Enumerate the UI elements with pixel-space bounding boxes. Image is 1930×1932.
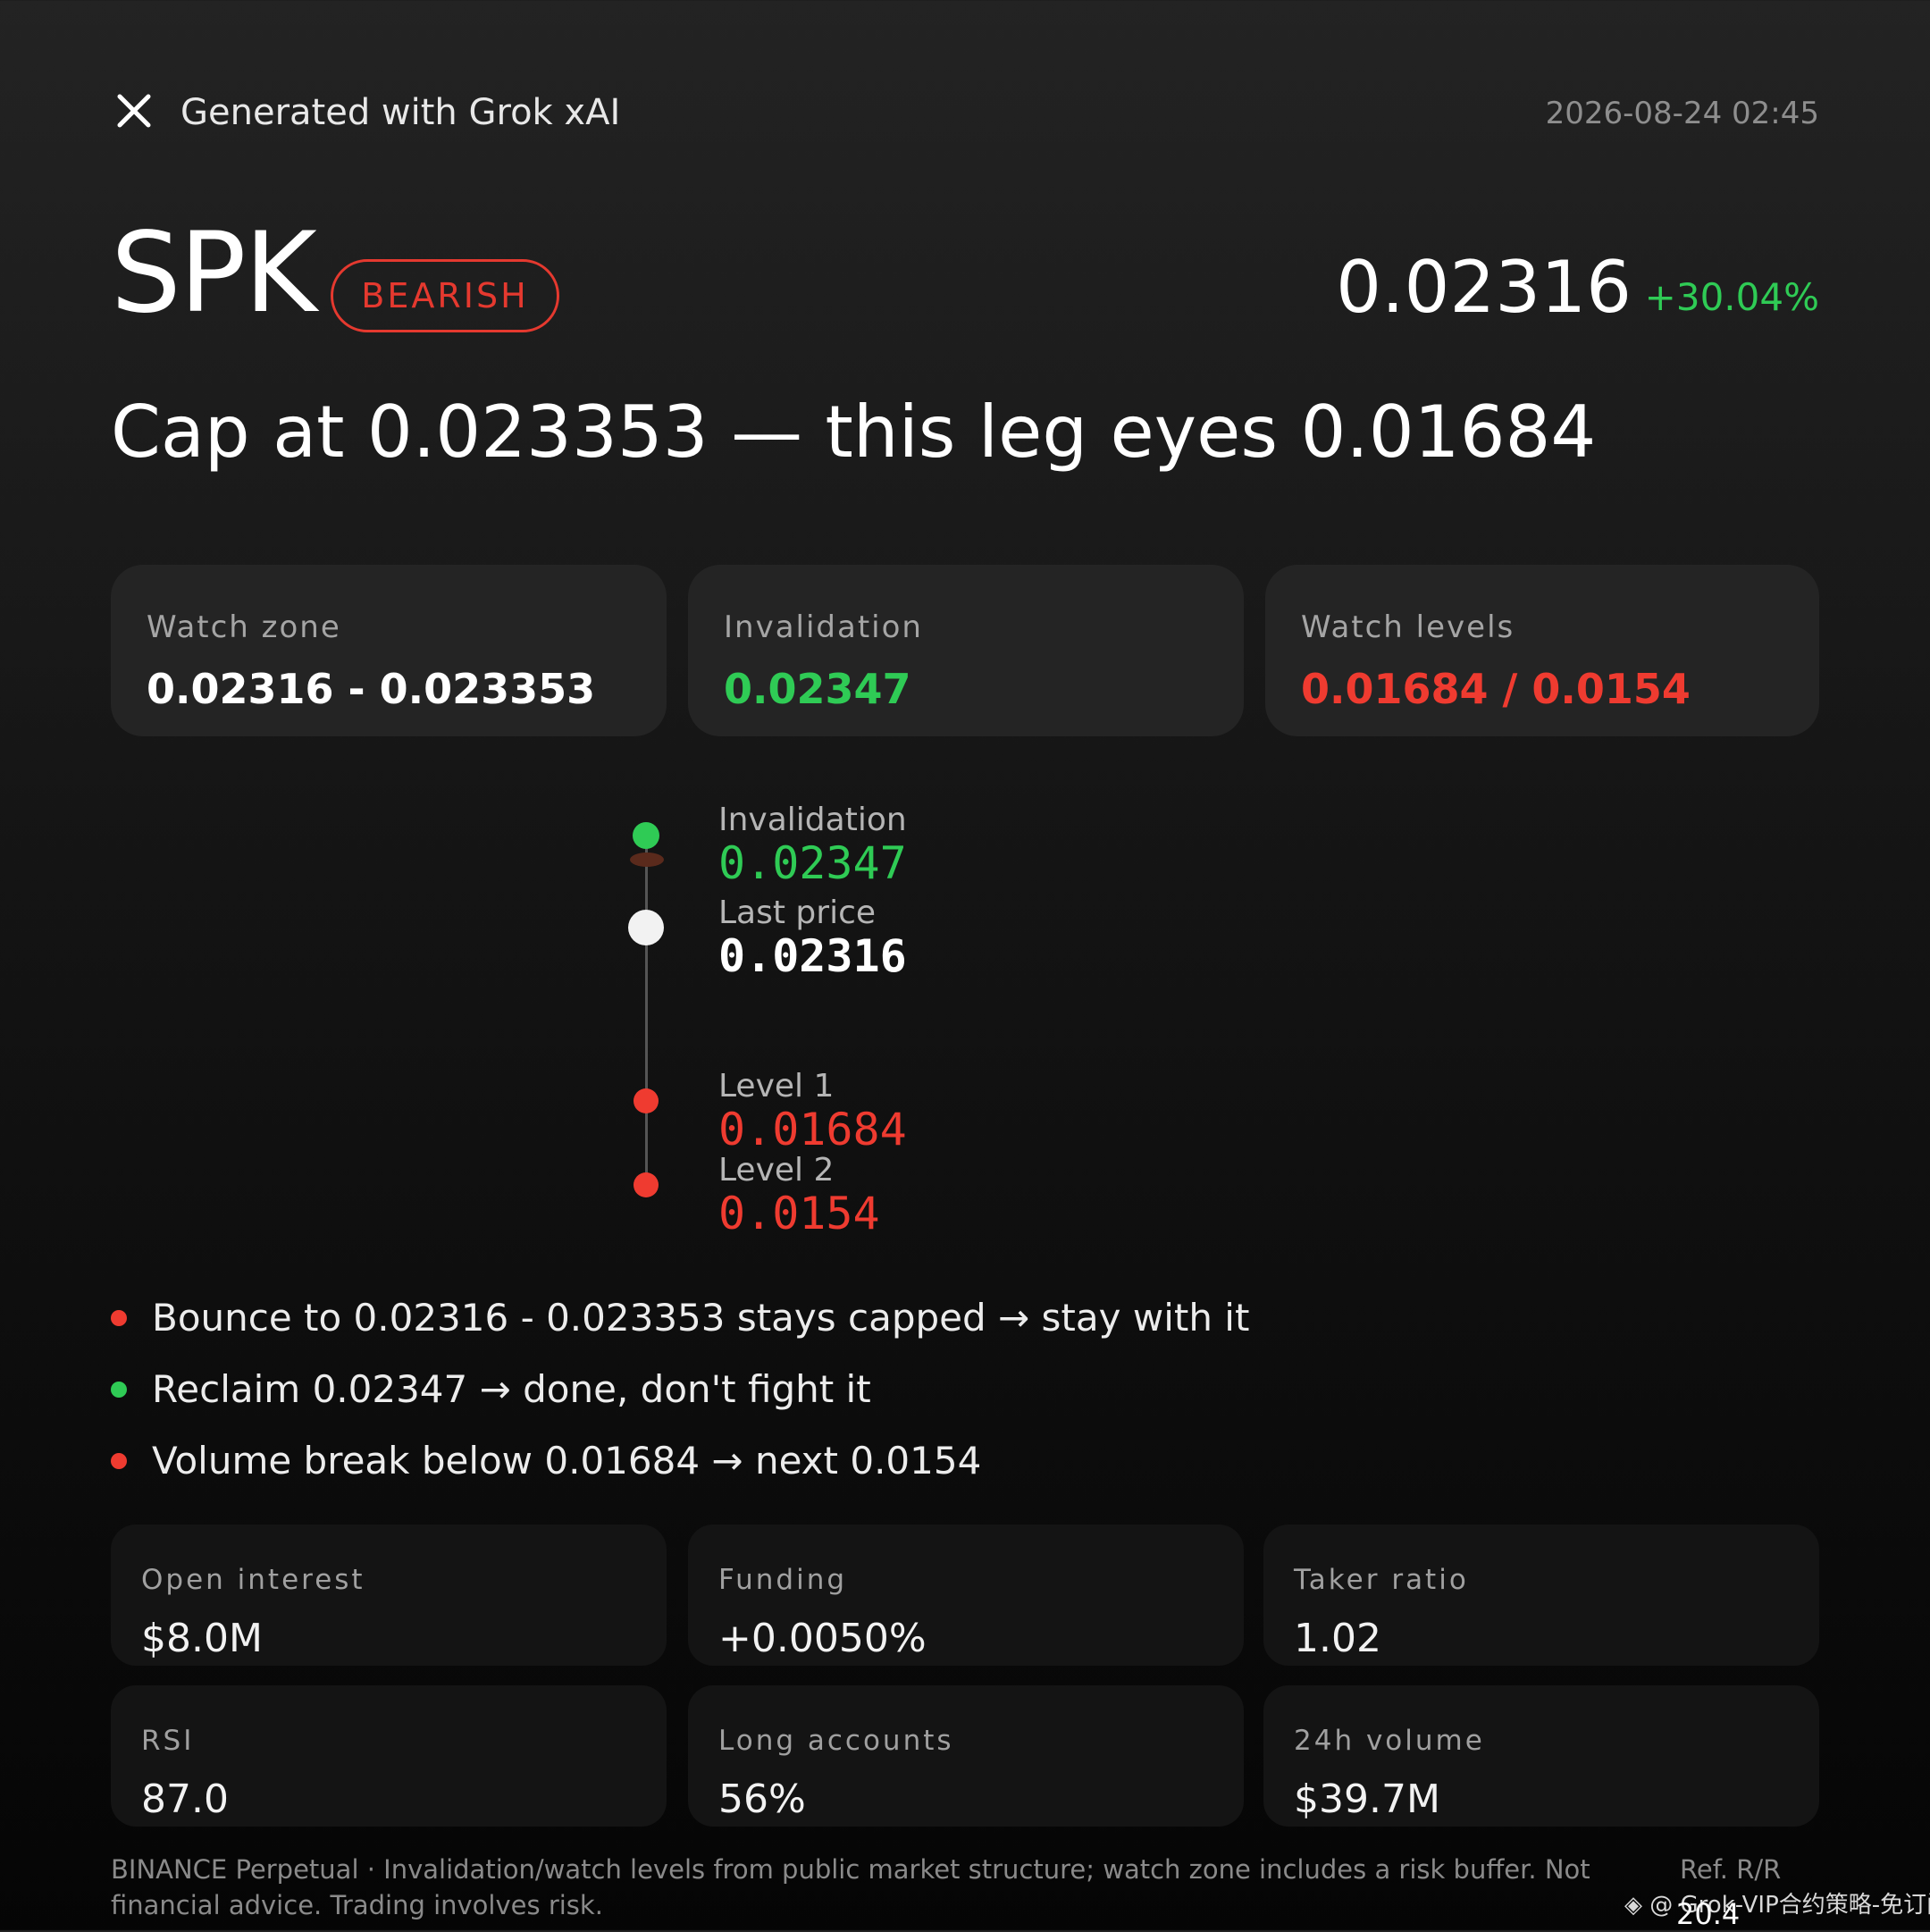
zone-marker: [630, 853, 664, 867]
stat-value: 87.0: [141, 1777, 229, 1822]
level-1-dot: [634, 1088, 659, 1113]
bias-badge: BEARISH: [331, 259, 559, 332]
stat-label: RSI: [141, 1725, 195, 1757]
stat-value: 56%: [718, 1777, 806, 1822]
price-change: +30.04%: [1644, 275, 1819, 319]
last-price-dot: [628, 910, 664, 945]
watch-levels-card: Watch levels 0.01684 / 0.0154: [1265, 565, 1819, 736]
ladder-value: 0.0154: [718, 1188, 880, 1239]
generated-label: Generated with Grok xAI: [180, 92, 621, 133]
card-value: 0.02316 - 0.023353: [147, 665, 596, 713]
stat-label: Funding: [718, 1564, 848, 1596]
ref-rr-value: 20.4: [1676, 1897, 1741, 1931]
ladder-label: Level 2: [718, 1152, 835, 1189]
stat-label: Long accounts: [718, 1725, 954, 1757]
stat-label: 24h volume: [1294, 1725, 1485, 1757]
ticker-symbol: SPK: [111, 209, 317, 338]
bullet-dot: [111, 1382, 127, 1398]
bullet-text: Volume break below 0.01684 → next 0.0154: [152, 1439, 982, 1483]
ladder-label: Last price: [718, 895, 877, 931]
stat-rsi: RSI 87.0: [111, 1685, 667, 1827]
stat-label: Open interest: [141, 1564, 365, 1596]
ladder-label: Level 1: [718, 1068, 835, 1105]
stat-open-interest: Open interest $8.0M: [111, 1525, 667, 1666]
headline: Cap at 0.023353 — this leg eyes 0.01684: [111, 391, 1597, 474]
level-2-dot: [634, 1172, 659, 1197]
bullet-dot: [111, 1453, 127, 1469]
stat-long-accounts: Long accounts 56%: [688, 1685, 1244, 1827]
invalidation-card: Invalidation 0.02347: [688, 565, 1244, 736]
bullet-text: Reclaim 0.02347 → done, don't fight it: [152, 1367, 871, 1411]
card-label: Watch levels: [1301, 609, 1515, 645]
ladder-value: 0.01684: [718, 1104, 907, 1155]
stat-value: $39.7M: [1294, 1777, 1440, 1822]
stat-value: $8.0M: [141, 1616, 263, 1661]
disclaimer: BINANCE Perpetual · Invalidation/watch l…: [111, 1854, 1590, 1920]
stat-funding: Funding +0.0050%: [688, 1525, 1244, 1666]
ladder-line: [645, 831, 648, 1187]
stat-label: Taker ratio: [1294, 1564, 1469, 1596]
close-icon[interactable]: [113, 89, 155, 132]
timestamp: 2026-08-24 02:45: [1545, 96, 1819, 131]
stat-taker-ratio: Taker ratio 1.02: [1263, 1525, 1819, 1666]
ladder-value: 0.02316: [718, 930, 907, 982]
card-label: Watch zone: [147, 609, 341, 645]
card-label: Invalidation: [724, 609, 923, 645]
bullet-text: Bounce to 0.02316 - 0.023353 stays cappe…: [152, 1296, 1250, 1340]
last-price: 0.02316: [1336, 246, 1632, 329]
stat-24h-volume: 24h volume $39.7M: [1263, 1685, 1819, 1827]
watermark: ◈ @ Grok-VIP合约策略-免订阅: [1624, 1889, 1930, 1921]
ref-rr-label: Ref. R/R: [1680, 1854, 1782, 1885]
watch-zone-card: Watch zone 0.02316 - 0.023353: [111, 565, 667, 736]
stat-value: +0.0050%: [718, 1616, 927, 1661]
bullet-dot: [111, 1310, 127, 1326]
watermark-logo-icon: ◈: [1624, 1892, 1642, 1919]
card-value: 0.01684 / 0.0154: [1301, 665, 1691, 713]
invalidation-dot: [633, 822, 659, 849]
stat-value: 1.02: [1294, 1616, 1381, 1661]
card-value: 0.02347: [724, 665, 911, 713]
ladder-label: Invalidation: [718, 802, 907, 838]
ladder-value: 0.02347: [718, 837, 907, 889]
